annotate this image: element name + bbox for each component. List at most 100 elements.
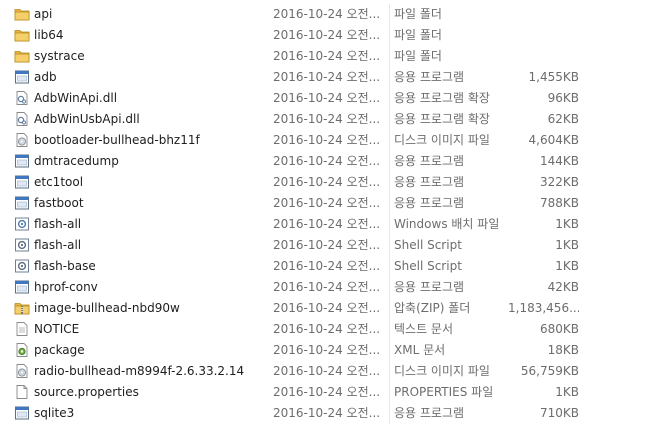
file-row[interactable]: image-bullhead-nbd90w 2016-10-24 오전... 압축(… (0, 298, 658, 319)
file-date-modified: 2016-10-24 오전... (273, 385, 381, 399)
file-size: 1KB (555, 238, 579, 252)
file-row[interactable]: source.properties 2016-10-24 오전... PROPERT… (0, 382, 658, 403)
file-date-modified: 2016-10-24 오전... (273, 91, 381, 105)
file-row[interactable]: api 2016-10-24 오전... 파일 폴더 (0, 4, 658, 25)
file-type: Shell Script (394, 259, 462, 273)
file-size: 4,604KB (528, 133, 579, 147)
disk-image-icon (14, 363, 30, 379)
file-row[interactable]: AdbWinApi.dll 2016-10-24 오전... 응용 프로그램 확장 9… (0, 88, 658, 109)
file-size: 42KB (547, 280, 579, 294)
file-type: 텍스트 문서 (394, 322, 454, 336)
file-size: 322KB (539, 175, 579, 189)
file-name: api (34, 7, 53, 21)
file-date-modified: 2016-10-24 오전... (273, 28, 381, 42)
file-date-modified: 2016-10-24 오전... (273, 133, 381, 147)
dll-file-icon (14, 111, 30, 127)
file-type: 응용 프로그램 (394, 196, 465, 210)
file-type: Shell Script (394, 238, 462, 252)
file-type: Windows 배치 파일 (394, 217, 500, 231)
dll-file-icon (14, 90, 30, 106)
file-row[interactable]: hprof-conv 2016-10-24 오전... 응용 프로그램 42KB (0, 277, 658, 298)
column-divider (389, 151, 390, 172)
file-name: etc1tool (34, 175, 84, 189)
column-divider (389, 235, 390, 256)
column-divider (389, 298, 390, 319)
blank-file-icon (14, 384, 30, 400)
column-divider (389, 46, 390, 67)
file-type: 응용 프로그램 확장 (394, 91, 490, 105)
text-file-icon (14, 321, 30, 337)
column-divider (389, 25, 390, 46)
file-type: PROPERTIES 파일 (394, 385, 494, 399)
application-icon (14, 174, 30, 190)
file-date-modified: 2016-10-24 오전... (273, 259, 381, 273)
file-name: sqlite3 (34, 406, 75, 420)
column-divider (389, 4, 390, 25)
file-list: api 2016-10-24 오전... 파일 폴더 lib64 2016-10-24 … (0, 4, 658, 424)
column-divider (389, 130, 390, 151)
column-divider (389, 193, 390, 214)
file-row[interactable]: bootloader-bullhead-bhz11f 2016-10-24 오전.… (0, 130, 658, 151)
file-date-modified: 2016-10-24 오전... (273, 364, 381, 378)
file-row[interactable]: lib64 2016-10-24 오전... 파일 폴더 (0, 25, 658, 46)
column-divider (389, 277, 390, 298)
file-date-modified: 2016-10-24 오전... (273, 7, 381, 21)
column-divider (389, 172, 390, 193)
file-name: adb (34, 70, 57, 84)
file-date-modified: 2016-10-24 오전... (273, 217, 381, 231)
file-name: flash-base (34, 259, 96, 273)
column-divider (389, 382, 390, 403)
file-row[interactable]: flash-all 2016-10-24 오전... Shell Script 1KB (0, 235, 658, 256)
file-date-modified: 2016-10-24 오전... (273, 406, 381, 420)
file-size: 710KB (539, 406, 579, 420)
file-date-modified: 2016-10-24 오전... (273, 154, 381, 168)
file-size: 680KB (539, 322, 579, 336)
file-name: flash-all (34, 238, 82, 252)
file-row[interactable]: radio-bullhead-m8994f-2.6.33.2.14 2016-10… (0, 361, 658, 382)
file-name: lib64 (34, 28, 64, 42)
column-divider (389, 361, 390, 382)
file-name: package (34, 343, 85, 357)
file-row[interactable]: AdbWinUsbApi.dll 2016-10-24 오전... 응용 프로그램 … (0, 109, 658, 130)
file-size: 1KB (555, 217, 579, 231)
file-size: 96KB (547, 91, 579, 105)
file-name: radio-bullhead-m8994f-2.6.33.2.14 (34, 364, 245, 378)
application-icon (14, 405, 30, 421)
file-row[interactable]: fastboot 2016-10-24 오전... 응용 프로그램 788KB (0, 193, 658, 214)
file-row[interactable]: NOTICE 2016-10-24 오전... 텍스트 문서 680KB (0, 319, 658, 340)
file-date-modified: 2016-10-24 오전... (273, 280, 381, 294)
file-type: 파일 폴더 (394, 7, 442, 21)
file-name: AdbWinUsbApi.dll (34, 112, 140, 126)
file-type: 응용 프로그램 (394, 70, 465, 84)
file-name: bootloader-bullhead-bhz11f (34, 133, 200, 147)
file-name: fastboot (34, 196, 84, 210)
file-row[interactable]: sqlite3 2016-10-24 오전... 응용 프로그램 710KB (0, 403, 658, 424)
disk-image-icon (14, 132, 30, 148)
column-divider (389, 109, 390, 130)
file-row[interactable]: package 2016-10-24 오전... XML 문서 18KB (0, 340, 658, 361)
folder-icon (14, 27, 30, 43)
file-row[interactable]: adb 2016-10-24 오전... 응용 프로그램 1,455KB (0, 67, 658, 88)
file-row[interactable]: etc1tool 2016-10-24 오전... 응용 프로그램 322KB (0, 172, 658, 193)
column-divider (389, 403, 390, 424)
script-file-icon (14, 237, 30, 253)
column-divider (389, 88, 390, 109)
file-name: AdbWinApi.dll (34, 91, 118, 105)
file-type: 응용 프로그램 (394, 154, 465, 168)
file-type: 응용 프로그램 (394, 280, 465, 294)
xml-file-icon (14, 342, 30, 358)
file-date-modified: 2016-10-24 오전... (273, 112, 381, 126)
file-row[interactable]: dmtracedump 2016-10-24 오전... 응용 프로그램 144KB (0, 151, 658, 172)
file-row[interactable]: flash-base 2016-10-24 오전... Shell Script 1K… (0, 256, 658, 277)
column-divider (389, 256, 390, 277)
file-row[interactable]: systrace 2016-10-24 오전... 파일 폴더 (0, 46, 658, 67)
application-icon (14, 153, 30, 169)
file-date-modified: 2016-10-24 오전... (273, 175, 381, 189)
file-size: 1,455KB (528, 70, 579, 84)
file-name: hprof-conv (34, 280, 98, 294)
folder-icon (14, 48, 30, 64)
file-type: 파일 폴더 (394, 49, 442, 63)
file-name: NOTICE (34, 322, 80, 336)
file-row[interactable]: flash-all 2016-10-24 오전... Windows 배치 파일 1K… (0, 214, 658, 235)
file-date-modified: 2016-10-24 오전... (273, 301, 381, 315)
